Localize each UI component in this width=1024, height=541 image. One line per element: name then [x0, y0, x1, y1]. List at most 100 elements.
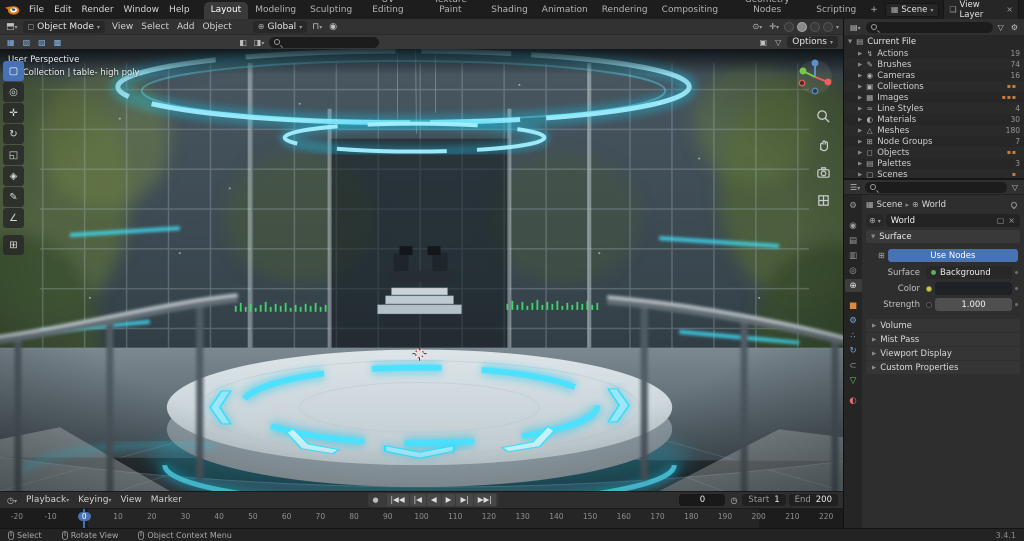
- disclosure-triangle-icon[interactable]: [858, 139, 862, 145]
- unlink-icon[interactable]: ×: [1008, 216, 1015, 225]
- camera-view-icon[interactable]: [816, 165, 831, 183]
- animate-decorator-icon[interactable]: [1015, 271, 1018, 274]
- tool-button[interactable]: ◱: [3, 145, 24, 165]
- filter-funnel-icon[interactable]: ▽: [773, 38, 783, 47]
- frame-tick[interactable]: 120: [472, 509, 506, 528]
- viewport-menu-item[interactable]: View: [108, 22, 137, 32]
- viewport-menu-item[interactable]: Select: [137, 22, 173, 32]
- properties-tab[interactable]: ◐: [845, 394, 862, 407]
- workspace-tab[interactable]: Compositing: [655, 2, 725, 19]
- transport-button[interactable]: |◀◀: [387, 494, 409, 506]
- frame-tick[interactable]: -20: [0, 509, 34, 528]
- timeline-menu-item[interactable]: Playback: [22, 495, 73, 505]
- world-name-field[interactable]: World ▢×: [886, 214, 1020, 227]
- collapsed-panel[interactable]: Viewport Display: [866, 347, 1020, 360]
- frame-tick[interactable]: 150: [573, 509, 607, 528]
- visibility-toggle-icon[interactable]: ⊙: [751, 22, 765, 31]
- current-frame-field[interactable]: 0: [679, 494, 725, 506]
- outliner-item[interactable]: ▢ Scenes ▪: [844, 169, 1024, 178]
- outliner-search[interactable]: [866, 22, 993, 33]
- auto-keyframe-button[interactable]: ●: [370, 494, 382, 506]
- disclosure-triangle-icon[interactable]: [858, 95, 862, 101]
- properties-search[interactable]: [865, 182, 1007, 193]
- frame-tick[interactable]: 90: [371, 509, 405, 528]
- filter-funnel-icon[interactable]: ▽: [996, 23, 1006, 32]
- breadcrumb-scene[interactable]: Scene: [877, 200, 903, 210]
- transport-button[interactable]: ▶: [442, 494, 456, 506]
- workspace-tab[interactable]: Animation: [535, 2, 595, 19]
- frame-tick[interactable]: 210: [776, 509, 810, 528]
- properties-tab[interactable]: ⊕: [845, 279, 862, 292]
- mode-dropdown[interactable]: ◻ Object Mode: [23, 21, 105, 33]
- close-icon[interactable]: ×: [1006, 5, 1013, 14]
- shading-rendered-icon[interactable]: [823, 22, 833, 32]
- outliner-editor-icon[interactable]: ▤: [848, 23, 863, 32]
- camera-toggle-icon[interactable]: ◨: [252, 38, 267, 47]
- gizmo-toggle-icon[interactable]: ✛: [767, 22, 781, 31]
- animate-decorator-icon[interactable]: [1015, 287, 1018, 290]
- properties-tab[interactable]: ⊂: [845, 359, 862, 372]
- workspace-tab[interactable]: UV Editing: [359, 0, 416, 19]
- frame-tick[interactable]: 190: [708, 509, 742, 528]
- viewport-3d[interactable]: User Perspective (0) Collection | table-…: [0, 49, 843, 491]
- timeline-menu-item[interactable]: Marker: [147, 495, 186, 505]
- animate-decorator-icon[interactable]: [1015, 303, 1018, 306]
- navigation-gizmo[interactable]: [795, 57, 835, 100]
- clock-icon[interactable]: ◷: [728, 496, 739, 505]
- outliner-item[interactable]: ▣ Collections ▪▪: [844, 81, 1024, 92]
- outliner-item[interactable]: ✎ Brushes 74: [844, 59, 1024, 70]
- select-mode-extend-icon[interactable]: ▧: [21, 38, 33, 47]
- tool-button[interactable]: ◈: [3, 166, 24, 186]
- disclosure-triangle-icon[interactable]: [858, 128, 862, 134]
- properties-tab[interactable]: ▤: [845, 234, 862, 247]
- outliner-source-row[interactable]: ▤ Current File: [844, 35, 1024, 48]
- tool-button[interactable]: ✎: [3, 187, 24, 207]
- pin-icon[interactable]: [1010, 200, 1018, 208]
- menu-item[interactable]: Edit: [49, 4, 76, 16]
- disclosure-triangle-icon[interactable]: [858, 172, 862, 178]
- workspace-tab[interactable]: Scripting: [809, 2, 863, 19]
- surface-shader-dropdown[interactable]: Background: [926, 266, 1012, 279]
- outliner-item[interactable]: ≈ Line Styles 4: [844, 103, 1024, 114]
- breadcrumb-world[interactable]: World: [922, 200, 946, 210]
- disclosure-triangle-icon[interactable]: [858, 73, 862, 79]
- viewport-menu-item[interactable]: Add: [173, 22, 198, 32]
- collapsed-panel[interactable]: Volume: [866, 319, 1020, 332]
- use-nodes-button[interactable]: Use Nodes: [888, 249, 1018, 262]
- outliner-item[interactable]: ▤ Palettes 3: [844, 158, 1024, 169]
- menu-item[interactable]: Render: [77, 4, 119, 16]
- proportional-edit-icon[interactable]: ◉: [327, 22, 339, 32]
- frame-tick[interactable]: 70: [303, 509, 337, 528]
- menu-item[interactable]: File: [24, 4, 49, 16]
- properties-tab[interactable]: ▽: [845, 374, 862, 387]
- disclosure-triangle-icon[interactable]: [858, 62, 862, 68]
- properties-editor-icon[interactable]: ☰: [848, 183, 862, 192]
- filter-gear-icon[interactable]: ⚙: [1009, 23, 1020, 32]
- viewport-scene[interactable]: [0, 49, 843, 491]
- frame-tick[interactable]: 220: [809, 509, 843, 528]
- shading-wireframe-icon[interactable]: [784, 22, 794, 32]
- toggle-ortho-icon[interactable]: [816, 193, 831, 211]
- properties-tab[interactable]: ⚙: [845, 199, 862, 212]
- disclosure-triangle-icon[interactable]: [858, 84, 862, 90]
- frame-tick[interactable]: 160: [607, 509, 641, 528]
- properties-tab[interactable]: ◉: [845, 219, 862, 232]
- collapsed-panel[interactable]: Custom Properties: [866, 361, 1020, 374]
- properties-tab[interactable]: ⚙: [845, 314, 862, 327]
- tool-button[interactable]: ⊞: [3, 235, 24, 255]
- scene-selector[interactable]: ▦ Scene: [885, 3, 940, 17]
- frame-tick[interactable]: 60: [270, 509, 304, 528]
- frame-tick[interactable]: 140: [540, 509, 574, 528]
- frame-tick[interactable]: 0: [67, 509, 101, 528]
- frame-tick[interactable]: 110: [438, 509, 472, 528]
- frame-tick[interactable]: 20: [135, 509, 169, 528]
- copy-icon[interactable]: ▢: [997, 216, 1005, 225]
- workspace-tab[interactable]: Shading: [484, 2, 535, 19]
- shading-material-icon[interactable]: [810, 22, 820, 32]
- properties-tab[interactable]: ◎: [845, 264, 862, 277]
- shading-solid-icon[interactable]: [797, 22, 807, 32]
- transport-button[interactable]: |◀: [410, 494, 426, 506]
- workspace-tab[interactable]: Texture Paint: [417, 0, 485, 19]
- strength-slider[interactable]: 1.000: [935, 298, 1012, 311]
- orientation-dropdown[interactable]: ⊕ Global: [253, 21, 307, 33]
